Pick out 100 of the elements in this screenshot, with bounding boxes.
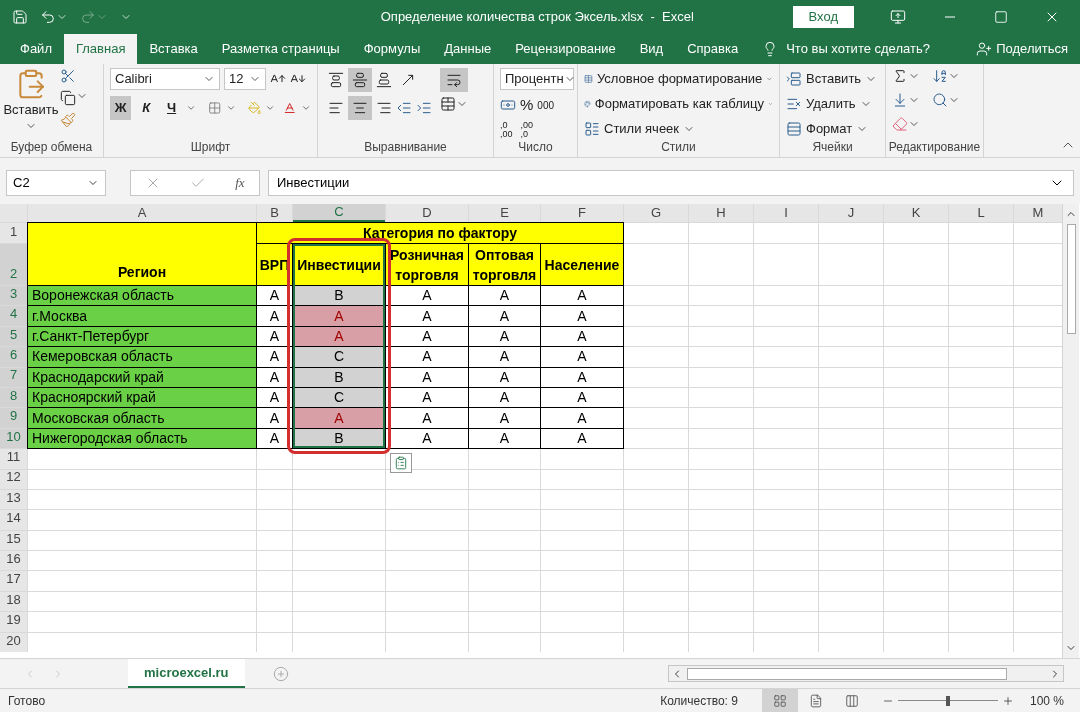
- ribbon-tab[interactable]: Главная: [63, 34, 138, 64]
- table-cell: Нижегородская область: [28, 428, 256, 449]
- column-header[interactable]: D: [386, 204, 468, 222]
- formula-field[interactable]: Инвестиции: [268, 170, 1074, 196]
- column-header[interactable]: L: [949, 204, 1013, 222]
- row-header[interactable]: 11: [0, 449, 27, 469]
- row-header[interactable]: 2: [0, 244, 27, 285]
- decrease-decimal-button[interactable]: ,00 ,0: [520, 120, 534, 139]
- row-header[interactable]: 1: [0, 223, 27, 243]
- table-cell: A: [469, 286, 540, 306]
- column-header[interactable]: B: [257, 204, 292, 222]
- table-cell: A: [541, 428, 623, 449]
- paste-button[interactable]: Вставить: [6, 68, 56, 139]
- number-format-field[interactable]: Процентн: [500, 68, 574, 90]
- ribbon-tab[interactable]: Формулы: [351, 34, 433, 64]
- share-button[interactable]: Поделиться: [976, 34, 1068, 64]
- group-label: Ячейки: [811, 139, 854, 156]
- column-header[interactable]: A: [28, 204, 256, 222]
- name-box[interactable]: C2: [6, 170, 106, 196]
- row-header[interactable]: 3: [0, 286, 27, 306]
- row-header[interactable]: 12: [0, 469, 27, 489]
- row-header[interactable]: 15: [0, 530, 27, 551]
- table-cell: A: [541, 306, 623, 326]
- table-cell: Категория по фактору: [257, 223, 623, 243]
- styles-menu-button[interactable]: Стили ячеек: [584, 118, 773, 139]
- row-header[interactable]: 16: [0, 551, 27, 571]
- group-label: Редактирование: [887, 139, 982, 156]
- row-header[interactable]: 13: [0, 489, 27, 510]
- tell-me-search[interactable]: Что вы хотите сделать?: [786, 39, 930, 59]
- table-cell: A: [469, 367, 540, 387]
- table-cell: г.Санкт-Петербург: [28, 326, 256, 347]
- ribbon-tab[interactable]: Разметка страницы: [209, 34, 352, 64]
- row-header[interactable]: 6: [0, 347, 27, 367]
- table-cell: A: [541, 387, 623, 408]
- table-cell: Розничная торговля: [386, 244, 468, 285]
- comma-style-button[interactable]: 000: [537, 97, 555, 113]
- row-header[interactable]: 10: [0, 428, 27, 449]
- row-header[interactable]: 4: [0, 306, 27, 326]
- sheet-tab[interactable]: microexcel.ru: [128, 659, 245, 688]
- table-cell: A: [293, 408, 385, 428]
- sign-in-button[interactable]: Вход: [792, 6, 854, 28]
- table-cell: B: [293, 286, 385, 306]
- group-label: Стили: [660, 139, 697, 156]
- styles-menu-button[interactable]: Условное форматирование: [584, 68, 773, 89]
- table-cell: B: [293, 367, 385, 387]
- status-text: Готово: [8, 692, 46, 710]
- row-header[interactable]: 19: [0, 612, 27, 632]
- table-cell: Воронежская область: [28, 286, 256, 306]
- ribbon-tab[interactable]: Файл: [8, 34, 64, 64]
- column-header[interactable]: F: [541, 204, 623, 222]
- font-style-button[interactable]: Ч: [160, 96, 183, 120]
- column-header[interactable]: K: [884, 204, 948, 222]
- font-style-button[interactable]: Ж: [110, 96, 132, 120]
- font-size-field[interactable]: 12: [224, 68, 266, 90]
- table-cell: Население: [541, 244, 623, 285]
- group-label: Выравнивание: [363, 139, 448, 156]
- row-header[interactable]: 20: [0, 632, 27, 653]
- column-header[interactable]: J: [819, 204, 883, 222]
- zoom-level[interactable]: 100 %: [1029, 691, 1064, 710]
- table-cell: C: [293, 347, 385, 367]
- table-cell: A: [386, 306, 468, 326]
- row-header[interactable]: 9: [0, 408, 27, 428]
- table-cell: A: [469, 428, 540, 449]
- column-header[interactable]: H: [689, 204, 753, 222]
- ribbon-tab[interactable]: Справка: [675, 34, 751, 64]
- insert-function-button[interactable]: fx: [235, 173, 245, 193]
- group-label: Шрифт: [189, 139, 232, 156]
- increase-decimal-button[interactable]: ,0 ,00: [500, 120, 513, 139]
- table-cell: A: [386, 347, 468, 367]
- font-name-field[interactable]: Calibri: [110, 68, 220, 90]
- ribbon-tab[interactable]: Вид: [627, 34, 676, 64]
- cells-menu-button[interactable]: Формат: [786, 118, 879, 139]
- table-cell: A: [541, 367, 623, 387]
- row-header[interactable]: 5: [0, 326, 27, 347]
- ribbon-tab[interactable]: Рецензирование: [503, 34, 628, 64]
- table-cell: A: [469, 326, 540, 347]
- row-header[interactable]: 14: [0, 510, 27, 530]
- ribbon-tab[interactable]: Вставка: [137, 34, 210, 64]
- table-cell: A: [386, 408, 468, 428]
- table-cell: A: [469, 347, 540, 367]
- cells-menu-button[interactable]: Удалить: [786, 93, 879, 114]
- column-header[interactable]: M: [1014, 204, 1062, 222]
- styles-menu-button[interactable]: Форматировать как таблицу: [584, 93, 773, 114]
- table-cell: A: [386, 286, 468, 306]
- row-header[interactable]: 7: [0, 367, 27, 387]
- column-header[interactable]: C: [293, 204, 385, 222]
- column-header[interactable]: G: [624, 204, 688, 222]
- table-cell: A: [541, 408, 623, 428]
- column-header[interactable]: I: [754, 204, 818, 222]
- row-header[interactable]: 17: [0, 571, 27, 591]
- row-header[interactable]: 18: [0, 591, 27, 612]
- percent-style-button[interactable]: %: [520, 94, 534, 117]
- table-cell: A: [541, 347, 623, 367]
- table-cell: A: [386, 326, 468, 347]
- cells-menu-button[interactable]: Вставить: [786, 68, 879, 89]
- row-header[interactable]: 8: [0, 387, 27, 408]
- ribbon-tab[interactable]: Данные: [432, 34, 504, 64]
- column-header[interactable]: E: [469, 204, 540, 222]
- table-cell: Инвестиции: [293, 244, 385, 285]
- font-style-button[interactable]: К: [135, 96, 157, 120]
